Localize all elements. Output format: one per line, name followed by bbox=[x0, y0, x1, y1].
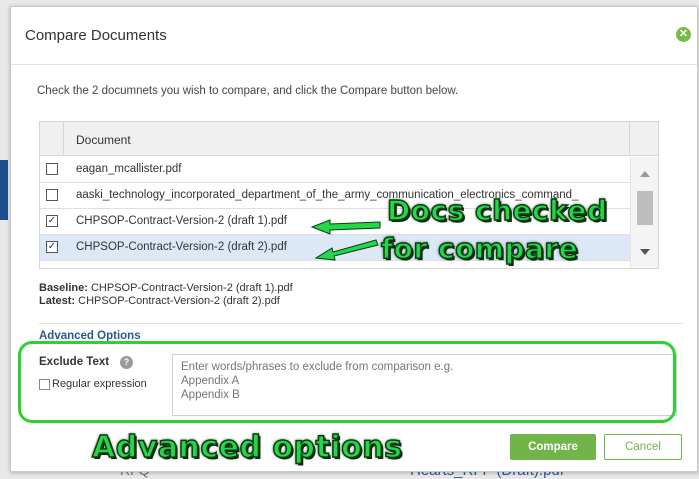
table-header: Document bbox=[40, 122, 658, 156]
divider bbox=[39, 323, 683, 324]
advanced-options-highlight bbox=[18, 341, 676, 423]
table-row[interactable]: eagan_mcallister.pdf bbox=[40, 157, 632, 183]
close-icon[interactable]: ✕ bbox=[676, 27, 691, 42]
compare-button[interactable]: Compare bbox=[510, 434, 596, 460]
row-checkbox[interactable]: ✓ bbox=[46, 241, 58, 253]
divider bbox=[11, 64, 697, 65]
baseline-value: CHPSOP-Contract-Version-2 (draft 1).pdf bbox=[90, 282, 293, 294]
baseline-label: Baseline: bbox=[39, 282, 88, 294]
latest-info: Latest: CHPSOP-Contract-Version-2 (draft… bbox=[39, 295, 280, 307]
annotation-for-compare: for compare bbox=[380, 231, 579, 266]
dialog-title: Compare Documents bbox=[25, 27, 167, 44]
row-checkbox[interactable]: ✓ bbox=[46, 215, 58, 227]
latest-label: Latest: bbox=[39, 295, 76, 307]
document-name[interactable]: eagan_mcallister.pdf bbox=[76, 163, 626, 175]
scroll-thumb[interactable] bbox=[637, 191, 653, 225]
scroll-up-icon[interactable] bbox=[640, 171, 650, 177]
cancel-button[interactable]: Cancel bbox=[604, 434, 682, 460]
instructions-text: Check the 2 documnets you wish to compar… bbox=[37, 85, 459, 97]
table-scrollbar[interactable] bbox=[630, 157, 658, 268]
latest-value: CHPSOP-Contract-Version-2 (draft 2).pdf bbox=[78, 295, 280, 307]
checkbox-column-header bbox=[40, 122, 64, 156]
baseline-info: Baseline: CHPSOP-Contract-Version-2 (dra… bbox=[39, 282, 293, 294]
column-divider bbox=[629, 122, 630, 156]
annotation-advanced-options: Advanced options bbox=[91, 429, 403, 466]
annotation-docs-checked: Docs checked bbox=[386, 193, 608, 228]
row-checkbox[interactable] bbox=[46, 189, 58, 201]
scroll-down-icon[interactable] bbox=[640, 249, 650, 255]
background-page-bar bbox=[0, 160, 8, 220]
row-checkbox[interactable] bbox=[46, 163, 58, 175]
document-column-header[interactable]: Document bbox=[76, 133, 131, 147]
